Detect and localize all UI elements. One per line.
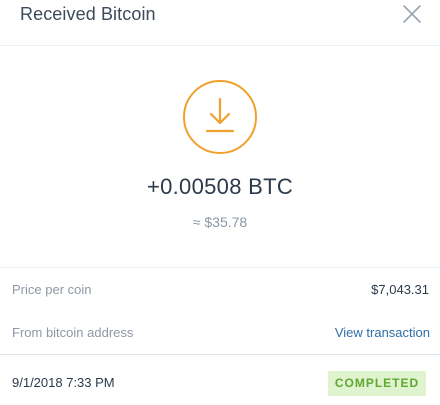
transaction-date: 9/1/2018 7:33 PM <box>12 375 115 390</box>
status-row: 9/1/2018 7:33 PM COMPLETED <box>0 354 440 405</box>
price-per-coin-row: Price per coin $7,043.31 <box>0 267 440 311</box>
status-badge: COMPLETED <box>328 371 426 396</box>
close-button[interactable] <box>400 2 424 26</box>
from-address-row: From bitcoin address View transaction <box>0 311 440 355</box>
dialog-title: Received Bitcoin <box>20 4 156 24</box>
dialog-header: Received Bitcoin <box>0 0 440 46</box>
crypto-amount: +0.00508 BTC <box>146 174 294 199</box>
transaction-detail-dialog: Received Bitcoin +0.00508 BTC ≈ $35.78 P… <box>0 0 440 405</box>
from-address-label: From bitcoin address <box>12 325 134 340</box>
price-per-coin-label: Price per coin <box>12 282 92 297</box>
download-icon <box>182 79 258 155</box>
price-per-coin-value: $7,043.31 <box>371 282 429 297</box>
transaction-summary: +0.00508 BTC ≈ $35.78 <box>0 46 440 266</box>
view-transaction-link[interactable]: View transaction <box>335 325 430 340</box>
close-icon <box>403 5 421 23</box>
fiat-amount: ≈ $35.78 <box>192 214 248 230</box>
